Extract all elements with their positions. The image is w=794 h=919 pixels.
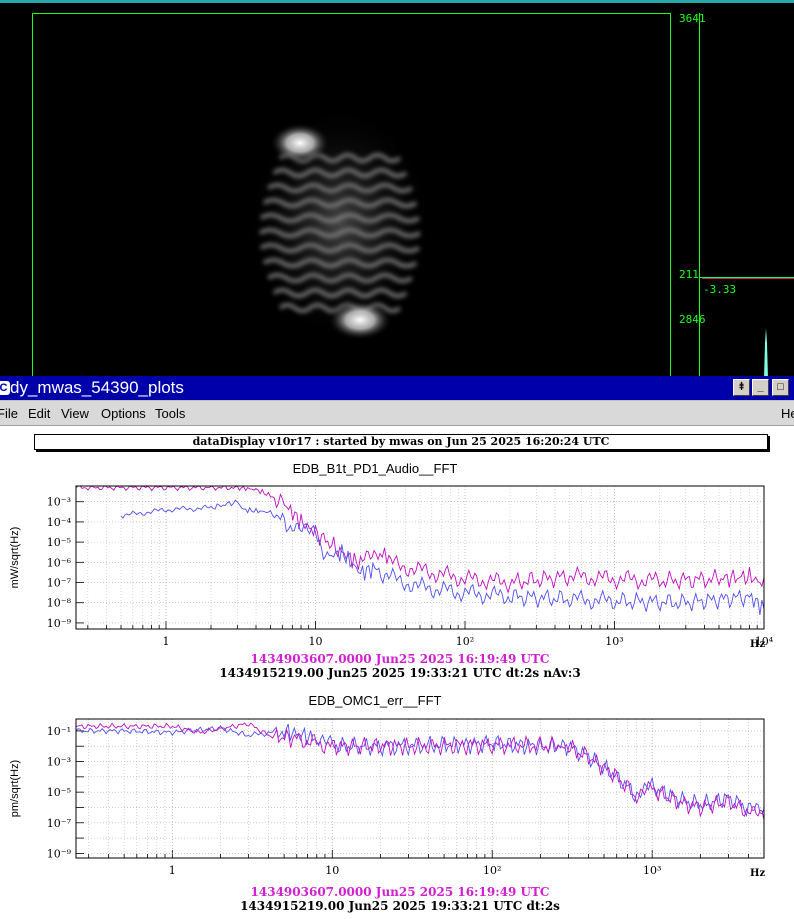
- y-tick-label: 10⁻³: [47, 496, 71, 509]
- y-tick-label: 10⁻⁴: [47, 516, 72, 529]
- y-tick-label: 10⁻⁶: [47, 556, 72, 569]
- y-tick-label: 10⁻⁸: [47, 597, 72, 610]
- menu-bar: File Edit View Options Tools He: [0, 401, 794, 426]
- x-tick-label: 10²: [456, 635, 474, 648]
- time-stamp-2: 1434915219.00 Jun25 2025 19:33:21 UTC dt…: [219, 666, 580, 680]
- menu-file[interactable]: File: [0, 406, 18, 421]
- y-tick-label: 10⁻³: [47, 756, 71, 769]
- y-tick-label: 10⁻⁵: [47, 786, 71, 799]
- app-icon: C: [0, 381, 10, 395]
- time-stamp-2: 1434915219.00 Jun25 2025 19:33:21 UTC dt…: [240, 899, 560, 913]
- x-tick-label: 1: [169, 864, 176, 877]
- y-axis-label: pm/sqrt(Hz): [9, 760, 21, 817]
- y-axis-label: mW/sqrt(Hz): [9, 527, 21, 589]
- x-axis-label: Hz: [750, 868, 765, 879]
- profile-max-label: 3641: [679, 12, 706, 25]
- pin-button[interactable]: ⯒: [733, 379, 750, 396]
- time-stamp-1: 1434903607.0000 Jun25 2025 16:19:49 UTC: [251, 885, 550, 899]
- y-tick-label: 10⁻⁷: [47, 577, 72, 590]
- minimize-button[interactable]: _: [752, 379, 769, 396]
- menu-options[interactable]: Options: [101, 406, 146, 421]
- y-tick-label: 10⁻⁹: [47, 847, 72, 860]
- histogram-label: 2846: [679, 313, 706, 326]
- series-line-2: [75, 722, 765, 821]
- menu-edit[interactable]: Edit: [28, 406, 50, 421]
- camera-beam-image: [245, 113, 435, 343]
- plots-window: C dy_mwas_54390_plots ⯒ _ □ File Edit Vi…: [0, 376, 794, 919]
- series-line-2: [120, 499, 765, 616]
- x-tick-label: 10³: [605, 635, 623, 648]
- fft-plot-2: EDB_OMC1_err__FFT pm/sqrt(Hz) Hz 1 10 10² 10³ 1…: [9, 693, 765, 913]
- x-tick-label: 1: [163, 635, 170, 648]
- plot-title: EDB_OMC1_err__FFT: [309, 693, 442, 708]
- plot-title: EDB_B1t_PD1_Audio__FFT: [293, 461, 458, 476]
- y-tick-label: 10⁻⁷: [47, 817, 72, 830]
- plot-area: dataDisplay v10r17 : started by mwas on …: [0, 426, 794, 919]
- menu-view[interactable]: View: [61, 406, 89, 421]
- horizontal-profile-fit: [702, 278, 794, 279]
- x-tick-label: 10²: [483, 864, 501, 877]
- profile-mid-label: 211: [679, 268, 699, 281]
- x-tick-label: 10: [309, 635, 323, 648]
- y-tick-label: 10⁻⁵: [47, 536, 71, 549]
- histogram-peak: [764, 328, 768, 376]
- window-title: dy_mwas_54390_plots: [10, 378, 184, 397]
- camera-image-panel: 3641 211 -3.33 2846: [0, 3, 794, 376]
- y-tick-label: 10⁻⁹: [47, 617, 72, 630]
- profile-value-label: -3.33: [703, 283, 737, 296]
- maximize-button[interactable]: □: [772, 379, 789, 396]
- fft-plots: EDB_B1t_PD1_Audio__FFT mW/sqrt(Hz) Hz 1 10 10…: [9, 461, 774, 913]
- menu-help[interactable]: He: [781, 406, 794, 421]
- time-stamp-1: 1434903607.0000 Jun25 2025 16:19:49 UTC: [251, 652, 550, 666]
- y-tick-label: 10⁻¹: [47, 725, 71, 738]
- fft-plot-1: EDB_B1t_PD1_Audio__FFTmW/sqrt(Hz)Hz1 10 10…: [9, 461, 774, 680]
- menu-tools[interactable]: Tools: [155, 406, 185, 421]
- x-tick-label: 10: [325, 864, 339, 877]
- x-tick-label: 10³: [643, 864, 661, 877]
- window-titlebar[interactable]: C dy_mwas_54390_plots ⯒ _ □: [0, 376, 794, 401]
- series-line-1: [75, 723, 765, 817]
- x-tick-label: 10⁴: [755, 635, 774, 648]
